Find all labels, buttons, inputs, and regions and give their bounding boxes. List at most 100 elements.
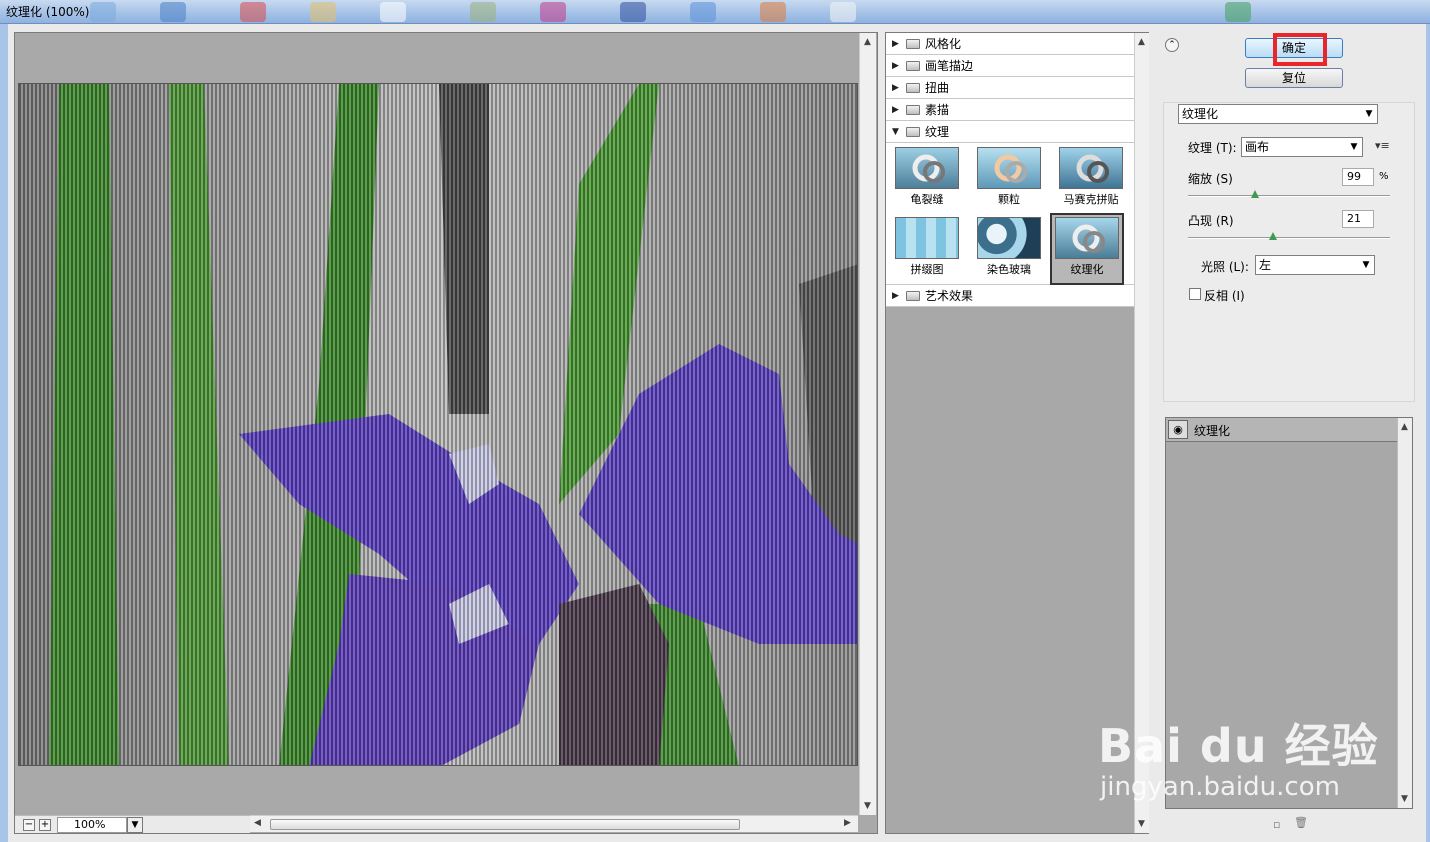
filter-label: 纹理化 bbox=[1070, 263, 1104, 276]
folder-icon bbox=[906, 104, 920, 115]
category-label: 艺术效果 bbox=[925, 289, 974, 303]
textured-flower-image bbox=[19, 84, 857, 765]
horizontal-scroll-thumb[interactable] bbox=[270, 819, 740, 830]
filter-select[interactable]: 纹理化 ▼ bbox=[1178, 104, 1378, 124]
filter-label: 马赛克拼贴 bbox=[1063, 193, 1119, 206]
texture-label: 纹理 (T): bbox=[1188, 141, 1237, 155]
effect-layer-label: 纹理化 bbox=[1194, 424, 1231, 438]
highlight-box bbox=[1273, 33, 1327, 66]
filter-thumb-patchwork[interactable]: 拼缀图 bbox=[890, 217, 964, 277]
category-label: 扭曲 bbox=[925, 81, 950, 95]
relief-input[interactable]: 21 bbox=[1342, 210, 1374, 228]
category-artistic[interactable]: ▶ 艺术效果 bbox=[886, 285, 1134, 307]
texture-select-value: 画布 bbox=[1245, 140, 1270, 154]
preview-image[interactable] bbox=[18, 83, 858, 766]
category-label: 素描 bbox=[925, 103, 950, 117]
expand-arrow-icon[interactable]: ▶ bbox=[892, 39, 906, 49]
thumbnail-image bbox=[977, 147, 1041, 189]
zoom-dropdown-icon[interactable]: ▼ bbox=[127, 817, 143, 833]
relief-label: 凸现 (R) bbox=[1188, 214, 1234, 228]
scroll-down-icon[interactable]: ▼ bbox=[864, 801, 871, 811]
chevron-down-icon: ▼ bbox=[1365, 109, 1373, 119]
filter-label: 染色玻璃 bbox=[987, 263, 1031, 276]
scaling-slider[interactable] bbox=[1188, 195, 1390, 197]
relief-slider[interactable] bbox=[1188, 237, 1390, 239]
scroll-down-icon[interactable]: ▼ bbox=[1138, 819, 1145, 829]
light-select-value: 左 bbox=[1259, 258, 1272, 272]
texture-menu-icon[interactable]: ▾≡ bbox=[1375, 139, 1390, 152]
folder-icon bbox=[906, 290, 920, 301]
delete-effect-layer-icon[interactable]: 🗑 bbox=[1294, 816, 1308, 829]
scaling-slider-thumb[interactable] bbox=[1250, 190, 1259, 198]
layers-scrollbar[interactable]: ▲ ▼ bbox=[1397, 418, 1412, 808]
filter-thumb-grain[interactable]: 颗粒 bbox=[972, 147, 1046, 207]
scroll-up-icon[interactable]: ▲ bbox=[864, 37, 871, 47]
filter-category-list: ▶ 风格化 ▶ 画笔描边 ▶ 扭曲 ▶ 素描 ▼ 纹理 龟裂缝 颗粒 马赛克拼贴… bbox=[886, 33, 1134, 307]
open-folder-icon bbox=[906, 126, 920, 137]
chevron-down-icon: ▼ bbox=[1362, 260, 1370, 270]
category-label: 风格化 bbox=[925, 37, 962, 51]
category-brush-strokes[interactable]: ▶ 画笔描边 bbox=[886, 55, 1134, 77]
thumbnail-image bbox=[1059, 147, 1123, 189]
scaling-input[interactable]: 99 bbox=[1342, 168, 1374, 186]
scroll-right-icon[interactable]: ▶ bbox=[844, 818, 851, 828]
scroll-down-icon[interactable]: ▼ bbox=[1401, 794, 1408, 804]
watermark-url: jingyan.baidu.com bbox=[1100, 772, 1340, 802]
preview-vertical-scrollbar[interactable]: ▲ ▼ bbox=[859, 33, 876, 815]
chevron-down-icon: ▼ bbox=[1350, 142, 1358, 152]
expand-arrow-icon[interactable]: ▶ bbox=[892, 83, 906, 93]
preview-horizontal-scrollbar[interactable]: ◀ ▶ bbox=[250, 815, 858, 832]
filter-thumb-craquelure[interactable]: 龟裂缝 bbox=[890, 147, 964, 207]
filter-label: 颗粒 bbox=[998, 193, 1020, 206]
category-distort[interactable]: ▶ 扭曲 bbox=[886, 77, 1134, 99]
scroll-up-icon[interactable]: ▲ bbox=[1138, 37, 1145, 47]
taskbar-background bbox=[90, 2, 1290, 22]
folder-icon bbox=[906, 38, 920, 49]
zoom-field[interactable]: 100% bbox=[57, 817, 127, 833]
new-effect-layer-icon[interactable]: ▫ bbox=[1273, 818, 1280, 831]
scaling-label: 缩放 (S) bbox=[1188, 172, 1233, 186]
filter-thumb-texturizer[interactable]: 纹理化 bbox=[1050, 213, 1124, 285]
zoom-bar: − + 100% ▼ bbox=[15, 815, 250, 833]
filter-thumb-stained-glass[interactable]: 染色玻璃 bbox=[972, 217, 1046, 277]
thumbnail-image bbox=[1055, 217, 1119, 259]
zoom-out-icon[interactable]: − bbox=[23, 819, 35, 831]
relief-slider-thumb[interactable] bbox=[1268, 232, 1277, 240]
thumbnail-image bbox=[895, 147, 959, 189]
window-title: 纹理化 (100%) bbox=[6, 5, 90, 19]
light-label: 光照 (L): bbox=[1201, 260, 1249, 274]
filter-thumb-mosaic-tiles[interactable]: 马赛克拼贴 bbox=[1054, 147, 1128, 207]
light-select[interactable]: 左 ▼ bbox=[1255, 255, 1375, 275]
expand-arrow-icon[interactable]: ▶ bbox=[892, 291, 906, 301]
zoom-in-icon[interactable]: + bbox=[39, 819, 51, 831]
folder-icon bbox=[906, 82, 920, 93]
title-bar: 纹理化 (100%) bbox=[0, 0, 1430, 24]
filter-label: 龟裂缝 bbox=[910, 193, 944, 206]
baidu-watermark: Bai du 经验 jingyan.baidu.com bbox=[1098, 690, 1398, 810]
invert-checkbox[interactable] bbox=[1189, 288, 1201, 300]
filter-label: 拼缀图 bbox=[910, 263, 944, 276]
folder-icon bbox=[906, 60, 920, 71]
category-stylize[interactable]: ▶ 风格化 bbox=[886, 33, 1134, 55]
expand-arrow-icon[interactable]: ▶ bbox=[892, 61, 906, 71]
scroll-up-icon[interactable]: ▲ bbox=[1401, 422, 1408, 432]
collapse-gallery-icon[interactable]: ⌃ bbox=[1165, 38, 1179, 52]
scaling-unit: % bbox=[1379, 171, 1389, 182]
category-sketch[interactable]: ▶ 素描 bbox=[886, 99, 1134, 121]
invert-label: 反相 (I) bbox=[1204, 289, 1245, 303]
texture-thumbnails: 龟裂缝 颗粒 马赛克拼贴 拼缀图 染色玻璃 纹理化 bbox=[886, 143, 1134, 285]
filter-select-value: 纹理化 bbox=[1182, 107, 1219, 121]
scroll-left-icon[interactable]: ◀ bbox=[254, 818, 261, 828]
category-label: 纹理 bbox=[925, 125, 950, 139]
watermark-logo: Bai du 经验 bbox=[1098, 719, 1379, 773]
thumbnail-image bbox=[977, 217, 1041, 259]
eye-icon[interactable]: ◉ bbox=[1168, 420, 1188, 439]
thumbnail-image bbox=[895, 217, 959, 259]
expand-arrow-icon[interactable]: ▶ bbox=[892, 105, 906, 115]
category-texture[interactable]: ▼ 纹理 bbox=[886, 121, 1134, 143]
reset-button[interactable]: 复位 bbox=[1245, 68, 1343, 88]
collapse-arrow-icon[interactable]: ▼ bbox=[892, 127, 906, 137]
texture-select[interactable]: 画布 ▼ bbox=[1241, 137, 1363, 157]
effect-layer-row[interactable]: ◉ 纹理化 bbox=[1166, 418, 1397, 442]
category-label: 画笔描边 bbox=[925, 59, 974, 73]
